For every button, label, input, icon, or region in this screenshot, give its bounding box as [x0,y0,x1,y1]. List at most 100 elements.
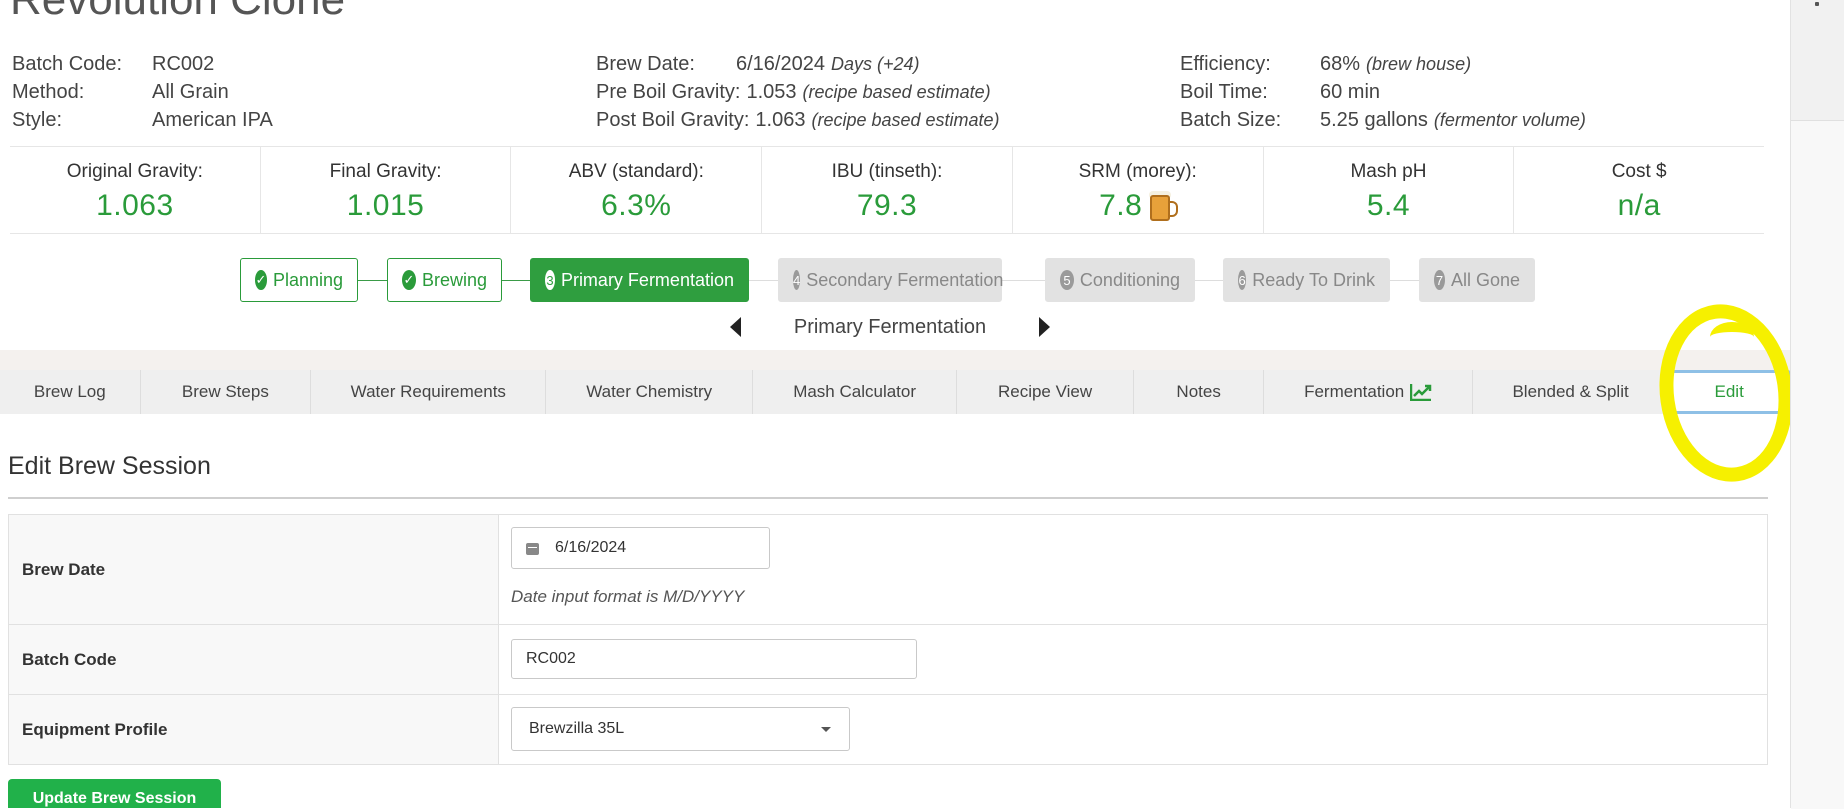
brew-date-cell: 6/16/2024 Date input format is M/D/YYYY [499,515,1767,624]
stage-label: Ready To Drink [1252,269,1375,290]
stage-number: 3 [545,270,555,290]
tab-brew-steps[interactable]: Brew Steps [140,370,312,414]
meta-row: Batch Code: RC002 [12,50,273,78]
brew-date-input[interactable]: 6/16/2024 [511,527,770,569]
stat-cost: Cost $ n/a [1514,147,1764,233]
stage-planning[interactable]: ✓ Planning [240,258,358,302]
meta-row: Batch Size: 5.25 gallons (fermentor volume… [1180,106,1586,134]
current-stage-title: Primary Fermentation [793,315,987,338]
tab-mash-calculator[interactable]: Mash Calculator [752,370,958,414]
update-brew-session-button[interactable]: Update Brew Session [8,779,221,808]
stat-label: Original Gravity: [66,161,203,182]
meta-note: (recipe based estimate) [802,81,991,102]
stat-label: SRM (morey): [1078,161,1197,182]
stat-label: ABV (standard): [568,161,704,182]
stat-value: n/a [1514,189,1764,223]
vertical-scrollbar[interactable] [1790,0,1844,809]
session-tabs: Brew Log Brew Steps Water Requirements W… [0,370,1790,414]
tab-fermentation[interactable]: Fermentation [1264,370,1473,414]
batch-code-label: Batch Code [9,625,499,694]
batch-code-input[interactable]: RC002 [511,639,917,679]
scrollbar-thumb[interactable] [1791,120,1844,809]
meta-value: 6/16/2024 [736,52,825,75]
meta-value: All Grain [152,80,229,103]
stat-ibu: IBU (tinseth): 79.3 [762,147,1013,233]
stage-conditioning[interactable]: 5 Conditioning [1045,258,1195,302]
stage-label: Secondary Fermentation [806,269,1004,290]
stat-label: Mash pH [1350,161,1427,182]
stepper-connector [1000,280,1046,281]
meta-value: 68% [1320,52,1361,75]
stepper-connector [1389,280,1419,281]
stage-all-gone[interactable]: 7 All Gone [1419,258,1535,302]
form-row-brew-date: Brew Date 6/16/2024 Date input format is… [9,515,1767,625]
tab-water-chemistry[interactable]: Water Chemistry [546,370,753,414]
brew-date-label: Brew Date [9,515,499,624]
brew-session-page: Revolution Clone Batch Code: RC002 Method… [0,0,1790,808]
tab-brew-log[interactable]: Brew Log [0,370,141,414]
meta-label: Brew Date: [596,52,695,75]
stage-ready-to-drink[interactable]: 6 Ready To Drink [1223,258,1390,302]
meta-row: Boil Time: 60 min [1180,78,1586,106]
equipment-profile-select[interactable]: Brewzilla 35L [511,707,850,751]
stat-value-text: 5.4 [1366,189,1411,222]
meta-note: (brew house) [1366,53,1472,74]
batch-code-value: RC002 [526,650,576,667]
stat-abv: ABV (standard): 6.3% [511,147,763,233]
meta-value: 5.25 gallons [1320,108,1428,131]
tab-label: Fermentation [1304,382,1405,401]
stage-navigator: Primary Fermentation [730,312,1050,342]
batch-code-cell: RC002 [499,625,1767,694]
tab-label: Water Chemistry [586,382,713,401]
tab-notes[interactable]: Notes [1133,370,1265,414]
meta-column-3: Efficiency: 68% (brew house) Boil Time: 60 … [1180,50,1586,134]
stat-value: 79.3 [762,189,1012,223]
edit-brew-session-form: Brew Date 6/16/2024 Date input format is… [8,514,1768,765]
stats-strip: Original Gravity: 1.063 Final Gravity: 1.0… [10,146,1764,234]
stage-number: 5 [1060,270,1074,290]
stat-label: Final Gravity: [329,161,442,182]
tab-label: Notes [1176,382,1221,401]
stat-value: 1.063 [10,189,260,223]
stat-value-text: 1.015 [346,189,425,222]
meta-row: Method: All Grain [12,78,273,106]
meta-column-1: Batch Code: RC002 Method: All Grain Style:… [12,50,273,134]
stat-label: Cost $ [1611,161,1667,182]
stage-label: All Gone [1450,269,1520,290]
previous-stage-arrow-icon[interactable] [730,317,741,337]
meta-label: Batch Code: [12,52,123,75]
stat-value: 5.4 [1264,189,1514,223]
stat-value-text: 6.3% [601,189,672,222]
check-circle-icon: ✓ [402,270,416,290]
brew-date-value: 6/16/2024 [555,539,627,556]
stat-original-gravity: Original Gravity: 1.063 [10,147,261,233]
meta-row: Efficiency: 68% (brew house) [1180,50,1586,78]
chevron-down-icon [821,726,831,732]
stage-brewing[interactable]: ✓ Brewing [387,258,502,302]
scroll-up-arrow-icon[interactable] [1815,2,1819,6]
tab-water-requirements[interactable]: Water Requirements [311,370,547,414]
stage-primary-fermentation[interactable]: 3 Primary Fermentation [530,258,749,302]
date-format-hint: Date input format is M/D/YYYY [511,587,745,606]
stat-value: 7.8 [1013,189,1263,223]
stat-srm: SRM (morey): 7.8 [1013,147,1264,233]
next-stage-arrow-icon[interactable] [1039,317,1050,337]
yellow-highlight-stroke [1710,322,1754,352]
stat-value-text: n/a [1617,189,1661,222]
tab-recipe-view[interactable]: Recipe View [957,370,1134,414]
stage-stepper: ✓ Planning ✓ Brewing 3 Primary Fermentation… [0,258,1790,304]
meta-note: Days (+24) [830,53,920,74]
page-title: Revolution Clone [10,0,345,22]
equipment-profile-label: Equipment Profile [9,695,499,764]
stage-label: Brewing [421,269,487,290]
stat-value-text: 1.063 [96,189,174,222]
meta-label: Efficiency: [1180,52,1271,75]
tab-blended-split[interactable]: Blended & Split [1472,370,1670,414]
meta-row: Brew Date: 6/16/2024 Days (+24) [596,50,1000,78]
stepper-connector [500,280,530,281]
equipment-profile-cell: Brewzilla 35L [499,695,1767,764]
meta-note: (fermentor volume) [1433,109,1586,130]
stage-secondary-fermentation[interactable]: 4 Secondary Fermentation [778,258,1004,302]
meta-value: American IPA [152,108,273,131]
tab-label: Recipe View [997,382,1093,401]
